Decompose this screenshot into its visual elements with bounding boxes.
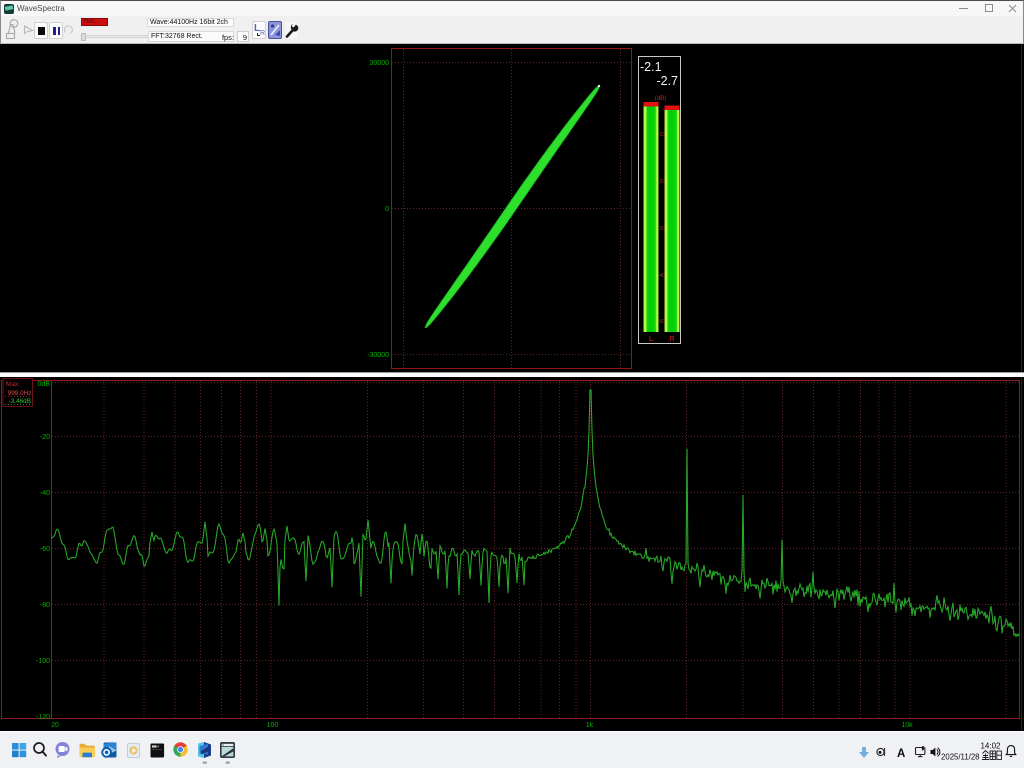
svg-text:10k: 10k	[901, 722, 913, 729]
svg-text:-2.1: -2.1	[640, 60, 662, 74]
svg-text:-80: -80	[40, 602, 50, 609]
svg-text:-60: -60	[40, 546, 50, 553]
svg-text:-20: -20	[40, 434, 50, 441]
svg-text:999.0Hz: 999.0Hz	[8, 390, 32, 397]
svg-text:-30: -30	[658, 226, 665, 232]
svg-text:L: L	[649, 336, 654, 343]
svg-text:-20: -20	[658, 179, 665, 185]
svg-text:-120: -120	[36, 714, 50, 721]
svg-text:-40: -40	[40, 490, 50, 497]
svg-text:-2.7: -2.7	[656, 74, 678, 88]
svg-text:-3.46dB: -3.46dB	[9, 398, 31, 405]
svg-text:20: 20	[51, 722, 59, 729]
svg-text:30000: 30000	[370, 60, 390, 67]
svg-text:-50: -50	[658, 319, 665, 325]
svg-text:-100: -100	[36, 658, 50, 665]
svg-text:Max:: Max:	[6, 381, 20, 388]
svg-text:A: A	[897, 748, 905, 760]
svg-text:-40: -40	[658, 273, 665, 279]
svg-text:0dB: 0dB	[38, 381, 51, 388]
svg-text:-30000: -30000	[367, 352, 389, 359]
svg-text:0: 0	[385, 206, 389, 213]
svg-text:R: R	[669, 336, 674, 343]
svg-text:-10: -10	[658, 132, 665, 138]
svg-text:1k: 1k	[586, 722, 594, 729]
svg-text:100: 100	[267, 722, 279, 729]
svg-text:(dB): (dB)	[655, 96, 666, 102]
svg-text:2025/11/28: 2025/11/28	[941, 753, 979, 762]
svg-text:14:02: 14:02	[980, 742, 1001, 751]
